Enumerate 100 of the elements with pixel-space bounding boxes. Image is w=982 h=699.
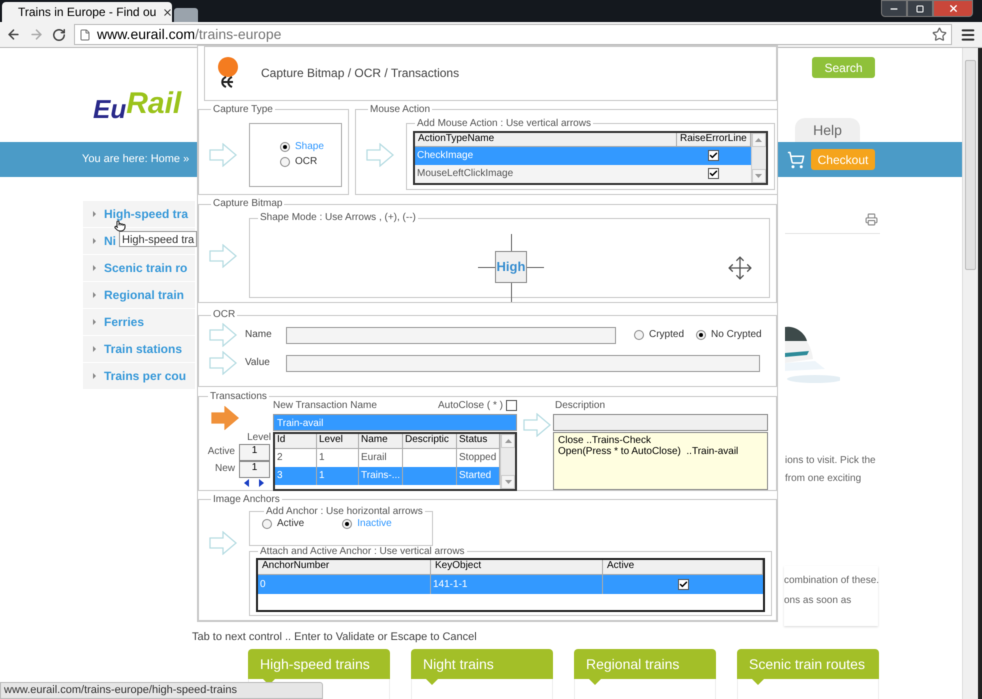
group-legend: Capture Bitmap — [211, 198, 284, 210]
field-label: New Transaction Name — [273, 400, 377, 412]
field-label: Description — [555, 400, 606, 412]
maximize-button[interactable] — [907, 0, 933, 17]
checkout-button[interactable]: Checkout — [811, 149, 875, 170]
field-label: Level — [247, 432, 271, 444]
radio-button[interactable] — [634, 330, 644, 340]
tooltip: High-speed tra — [119, 231, 197, 247]
group-legend: Attach and Active Anchor : Use vertical arrows — [258, 546, 467, 558]
table-cell: 0 — [260, 578, 266, 590]
value-field[interactable] — [286, 354, 760, 372]
table-row[interactable]: CheckImage — [415, 146, 751, 165]
right-arrow-icon[interactable] — [259, 478, 264, 487]
table-cell: Started — [459, 470, 492, 481]
category-tab[interactable]: High-speed trains — [248, 649, 390, 679]
caret-icon — [93, 292, 96, 298]
radio-label: OCR — [295, 156, 318, 168]
body-text: ions to visit. Pick the — [785, 454, 877, 468]
table-cell: Stopped — [459, 452, 496, 463]
scroll-down-icon[interactable] — [504, 480, 512, 484]
table-row[interactable]: 2 1 Eurail Stopped — [275, 448, 500, 467]
table-cell: 2 — [277, 452, 283, 463]
caret-icon — [93, 373, 96, 380]
name-field[interactable] — [286, 326, 616, 344]
group-legend: Image Anchors — [211, 494, 282, 506]
table-cell: 3 — [277, 470, 283, 481]
scroll-down-icon[interactable] — [755, 174, 762, 178]
column-header: Id — [275, 434, 317, 448]
caret-icon — [93, 319, 96, 326]
table-row[interactable]: MouseLeftClickImage — [415, 164, 751, 183]
arrow-icon — [209, 142, 237, 167]
browser-tab[interactable]: Trains in Europe - Find ou — [2, 2, 172, 22]
back-icon[interactable] — [6, 27, 21, 42]
arrow-icon — [209, 530, 237, 555]
tab-pointer-icon — [752, 679, 764, 685]
bookmark-star-icon[interactable] — [932, 27, 947, 42]
status-bar: www.eurail.com/trains-europe/high-speed-trains — [0, 682, 323, 699]
radio-label: Inactive — [357, 518, 392, 530]
table-cell: 1 — [319, 470, 325, 481]
scroll-up-icon[interactable] — [504, 438, 512, 443]
print-icon[interactable] — [865, 213, 878, 226]
sidebar-item[interactable]: Trains per cou — [83, 363, 195, 390]
close-icon — [948, 3, 958, 14]
group-legend: Add Mouse Action : Use vertical arrows — [415, 118, 593, 130]
description-text-area[interactable]: Close ..Trains-Check Open(Press * to AutoClose) ..Train-avail — [553, 432, 768, 490]
category-tab[interactable]: Scenic train routes — [737, 649, 879, 679]
page-icon — [79, 28, 91, 40]
sidebar-item[interactable]: Regional train — [83, 282, 195, 308]
left-arrow-icon[interactable] — [244, 478, 249, 487]
field-label: AutoClose ( * ) — [438, 400, 503, 412]
checkbox[interactable] — [506, 400, 517, 412]
close-button[interactable] — [933, 0, 973, 17]
table-row[interactable]: 3 1 Trains-... Started — [275, 466, 500, 485]
body-text: combination of these. — [784, 574, 878, 588]
group-legend: Shape Mode : Use Arrows , (+), (--) — [258, 212, 418, 224]
field-label: Name — [245, 329, 273, 342]
address-bar[interactable]: www.eurail.com/trains-europe — [74, 24, 952, 45]
column-header: AnchorNumber — [258, 560, 431, 574]
sidebar-item[interactable]: High-speed tra — [83, 201, 195, 228]
column-header: ActionTypeName — [415, 132, 677, 146]
body-text: ons as soon as — [784, 594, 852, 608]
group-legend: Mouse Action — [368, 104, 432, 116]
checkbox[interactable] — [708, 168, 720, 180]
description-field[interactable] — [553, 414, 768, 431]
caret-icon — [93, 265, 96, 272]
category-tab[interactable]: Regional trains — [574, 649, 716, 679]
close-icon[interactable] — [162, 6, 174, 18]
sidebar-item[interactable]: Train stations — [83, 336, 195, 362]
radio-label: No Crypted — [711, 329, 762, 342]
table-row[interactable]: 0 141-1-1 — [258, 574, 763, 594]
transaction-name-field[interactable]: Train-avail — [273, 414, 517, 431]
radio-button[interactable] — [342, 518, 352, 529]
reload-icon[interactable] — [52, 28, 66, 42]
radio-button[interactable] — [262, 518, 272, 529]
help-tab[interactable]: Help — [795, 118, 860, 142]
radio-button[interactable] — [280, 157, 290, 168]
menu-icon[interactable] — [960, 26, 976, 42]
hand-cursor-icon — [114, 220, 126, 232]
checkbox[interactable] — [708, 150, 720, 162]
level-field[interactable]: 1 — [239, 460, 270, 478]
move-icon — [727, 255, 753, 282]
group-legend: Capture Type — [211, 104, 275, 116]
restore-icon — [916, 4, 924, 12]
table-cell: 141-1-1 — [433, 578, 468, 590]
radio-button[interactable] — [696, 330, 706, 340]
body-text: from one exciting — [785, 472, 862, 486]
search-button[interactable]: Search — [812, 57, 875, 78]
sidebar-item[interactable]: Ferries — [83, 309, 195, 336]
radio-label: Shape — [295, 141, 324, 154]
shape-label: High — [495, 251, 527, 284]
category-tab[interactable]: Night trains — [411, 649, 553, 679]
column-header: Descriptic — [403, 434, 457, 448]
radio-button[interactable] — [280, 142, 290, 152]
sidebar-item[interactable]: Scenic train ro — [83, 255, 195, 282]
checkbox[interactable] — [678, 578, 688, 590]
level-field[interactable]: 1 — [239, 444, 270, 461]
field-label: Active — [208, 446, 235, 458]
caret-icon — [93, 346, 96, 352]
arrow-icon — [209, 244, 237, 268]
cart-icon[interactable] — [787, 150, 805, 169]
